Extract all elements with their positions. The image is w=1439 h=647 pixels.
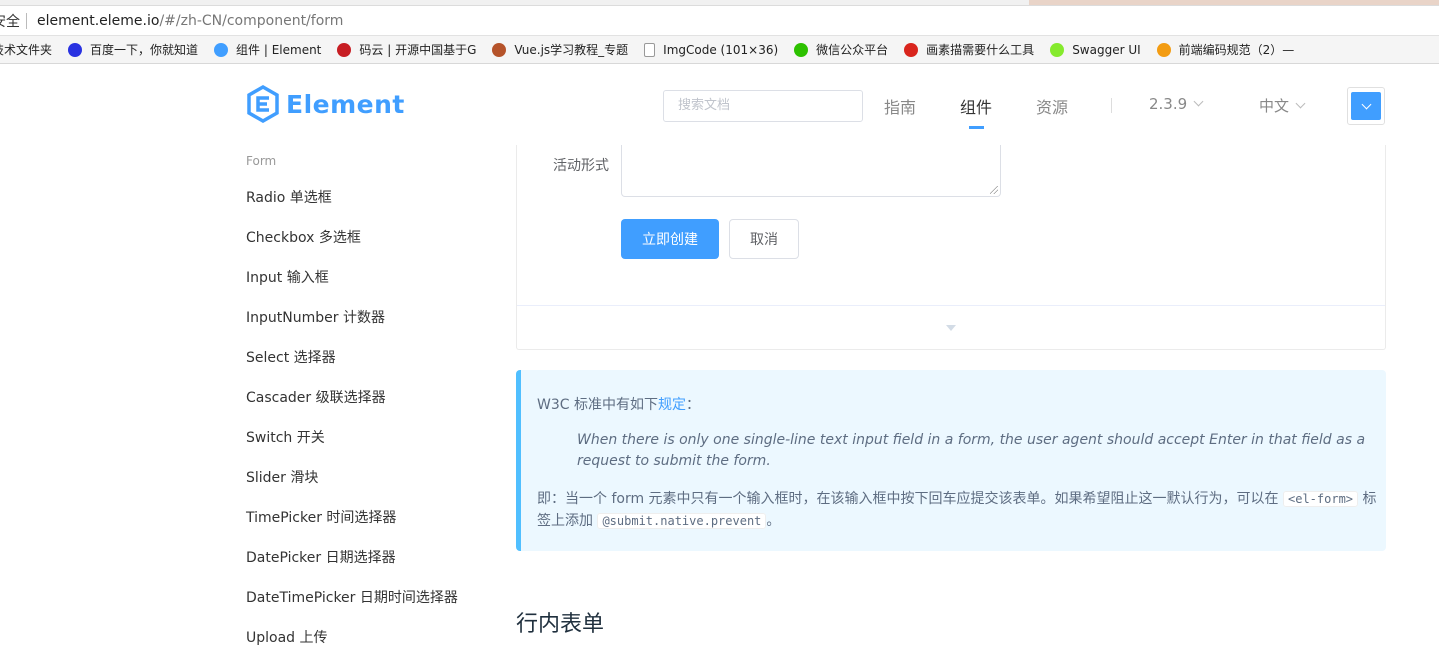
sidebar-item[interactable]: Radio 单选框	[246, 187, 332, 207]
theme-picker[interactable]	[1347, 87, 1385, 125]
bookmark-item[interactable]: ImgCode (101×36)	[644, 42, 779, 57]
baidu-paw-icon	[68, 42, 83, 57]
code-submit-prevent: @submit.native.prevent	[597, 513, 767, 529]
bookmark-item[interactable]: 百度一下，你就知道	[68, 41, 198, 58]
code-el-form: <el-form>	[1283, 491, 1359, 507]
language-dropdown[interactable]: 中文	[1259, 95, 1306, 116]
wechat-icon	[794, 42, 809, 57]
gitee-icon	[337, 42, 352, 57]
site-header: Element 搜索文档 指南 组件 资源 2.3.9 中文	[0, 65, 1439, 145]
form-label-activity-type: 活动形式	[553, 158, 609, 174]
resize-grip-icon[interactable]	[990, 186, 998, 194]
tip-quote: When there is only one single-line text …	[577, 432, 1366, 469]
sidebar-item[interactable]: Cascader 级联选择器	[246, 387, 386, 407]
address-separator	[26, 12, 27, 29]
sidebar-item[interactable]: DatePicker 日期选择器	[246, 547, 396, 567]
bookmark-label: 画素描需要什么工具	[926, 43, 1035, 57]
section-title-inline-form: 行内表单	[516, 612, 605, 637]
vue-icon	[492, 42, 507, 57]
page-icon	[644, 42, 656, 57]
search-input[interactable]: 搜索文档	[663, 90, 863, 122]
chevron-down-icon	[1193, 96, 1204, 107]
demo-divider	[517, 305, 1385, 306]
nav-component[interactable]: 组件	[960, 94, 992, 118]
element-logo[interactable]: Element	[246, 85, 405, 123]
sidebar-item[interactable]: Slider 滑块	[246, 467, 318, 487]
bookmark-label: 微信公众平台	[816, 43, 889, 57]
nav-resource[interactable]: 资源	[1036, 94, 1068, 118]
sidebar-group-title: Form	[246, 154, 277, 168]
bookmark-label: 组件 | Element	[236, 43, 322, 57]
sidebar-item[interactable]: Checkbox 多选框	[246, 227, 361, 247]
tip-explanation: 即：当一个 form 元素中只有一个输入框时，在该输入框中按下回车应提交该表单。…	[537, 488, 1377, 532]
version-label: 2.3.9	[1149, 95, 1188, 113]
bookmark-label: Swagger UI	[1072, 42, 1141, 57]
bookmark-label: Vue.js学习教程_专题	[514, 43, 629, 57]
address-bar[interactable]: 安全 element.eleme.io/#/zh-CN/component/fo…	[0, 6, 1439, 36]
bookmark-item[interactable]: 码云 | 开源中国基于G	[337, 41, 476, 58]
sidebar-item[interactable]: Select 选择器	[246, 347, 336, 367]
url-host: element.eleme.io	[37, 12, 160, 29]
version-dropdown[interactable]: 2.3.9	[1149, 95, 1204, 113]
element-icon	[214, 42, 229, 57]
bookmark-label: ImgCode (101×36)	[663, 42, 779, 57]
theme-picker-button[interactable]	[1351, 92, 1381, 120]
tip-intro-text: W3C 标准中有如下	[537, 397, 658, 413]
activity-type-textarea[interactable]	[621, 145, 1001, 197]
site-icon	[904, 42, 919, 57]
nav-guide[interactable]: 指南	[884, 94, 916, 118]
bookmark-item[interactable]: 前端编码规范（2）—	[1156, 41, 1295, 58]
nav-divider	[1111, 98, 1112, 113]
url-path: /#/zh-CN/component/form	[159, 12, 344, 29]
bookmark-item[interactable]: 画素描需要什么工具	[904, 41, 1034, 58]
logo-text: Element	[286, 89, 405, 119]
sidebar-item[interactable]: TimePicker 时间选择器	[246, 507, 396, 527]
bookmark-label: 技术文件夹	[0, 43, 53, 57]
secure-label: 安全	[0, 13, 20, 30]
chevron-down-icon	[1361, 99, 1371, 109]
bookmark-label: 百度一下，你就知道	[90, 43, 199, 57]
bookmark-item[interactable]: 技术文件夹	[0, 41, 52, 58]
sidebar-item[interactable]: Input 输入框	[246, 267, 329, 287]
bookmarks-bar: 技术文件夹 百度一下，你就知道 组件 | Element 码云 | 开源中国基于G Vu…	[0, 36, 1439, 64]
create-button[interactable]: 立即创建	[621, 219, 719, 259]
tip-intro: W3C 标准中有如下规定：	[537, 394, 700, 414]
bookmark-item[interactable]: Swagger UI	[1050, 42, 1141, 57]
element-logo-icon	[247, 85, 279, 123]
code-icon	[1156, 42, 1171, 57]
bookmark-item[interactable]: Vue.js学习教程_专题	[492, 41, 628, 58]
tip-explanation-end: 。	[766, 513, 781, 529]
bookmark-label: 码云 | 开源中国基于G	[359, 43, 477, 57]
bookmark-item[interactable]: 组件 | Element	[214, 41, 321, 58]
bookmark-item[interactable]: 微信公众平台	[794, 41, 888, 58]
tip-intro-colon: ：	[685, 397, 700, 413]
spec-link[interactable]: 规定	[658, 397, 686, 413]
swagger-icon	[1050, 42, 1065, 57]
chevron-down-icon	[1295, 98, 1306, 108]
tip-explanation-text: 即：当一个 form 元素中只有一个输入框时，在该输入框中按下回车应提交该表单。…	[537, 491, 1279, 507]
browser-tab[interactable]	[1029, 0, 1439, 5]
sidebar-item[interactable]: DateTimePicker 日期时间选择器	[246, 587, 458, 607]
sidebar-item[interactable]: Upload 上传	[246, 627, 328, 647]
nav-active-indicator	[969, 126, 984, 129]
language-label: 中文	[1259, 97, 1290, 115]
sidebar-item[interactable]: Switch 开关	[246, 427, 325, 447]
sidebar-item[interactable]: InputNumber 计数器	[246, 307, 385, 327]
bookmark-label: 前端编码规范（2）—	[1178, 43, 1295, 57]
cancel-button[interactable]: 取消	[729, 219, 799, 259]
expand-code-icon[interactable]	[946, 325, 956, 331]
